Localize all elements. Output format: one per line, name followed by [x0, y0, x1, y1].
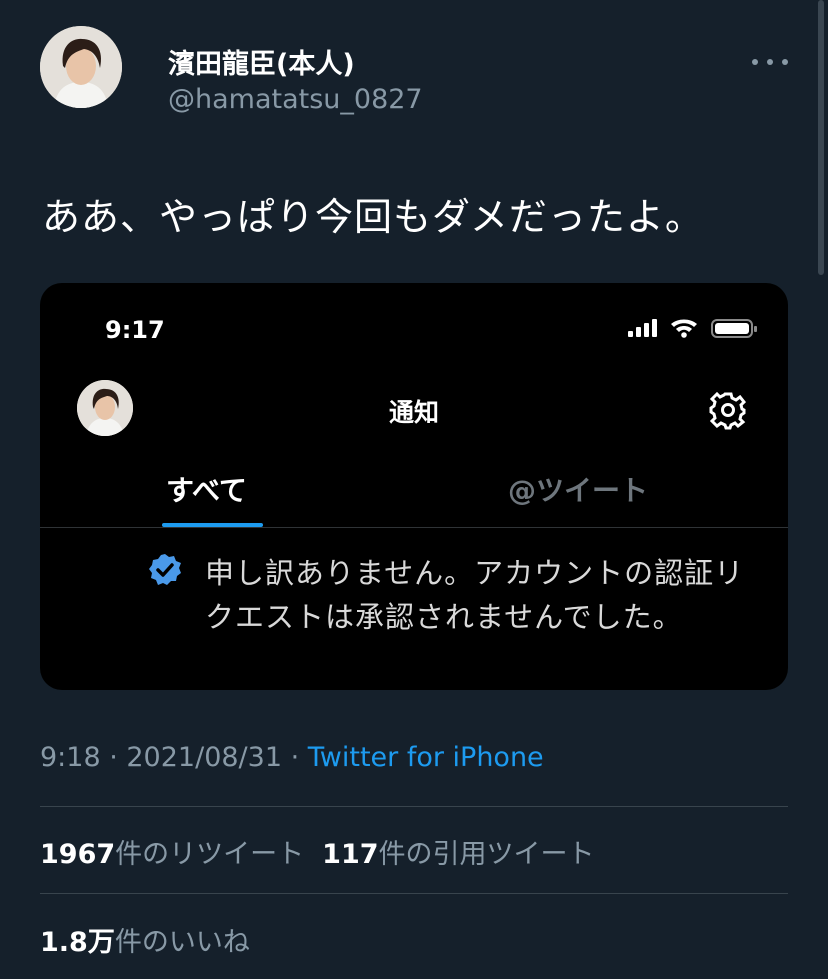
- tweet-meta: 9:18 · 2021/08/31 · Twitter for iPhone: [40, 742, 544, 773]
- engagement-stats: 1967件のリツイート 117件の引用ツイート: [40, 832, 595, 871]
- profile-photo-icon: [40, 26, 122, 108]
- quote-count: 117: [322, 839, 379, 870]
- verified-badge-icon: [148, 553, 182, 587]
- author-display-name[interactable]: 濱田龍臣(本人): [168, 42, 355, 81]
- retweet-count: 1967: [40, 839, 116, 870]
- more-options-icon[interactable]: [752, 52, 788, 72]
- tab-mentions[interactable]: @ツイート: [508, 469, 648, 509]
- status-bar-icons: [628, 317, 758, 339]
- like-count: 1.8万: [40, 927, 115, 958]
- scrollbar[interactable]: [818, 0, 824, 275]
- tab-all[interactable]: すべて: [166, 469, 247, 509]
- tweet-text: ああ、やっぱり今回もダメだったよ。: [42, 195, 704, 239]
- author-avatar[interactable]: [40, 26, 122, 108]
- tweet-source-link[interactable]: Twitter for iPhone: [308, 742, 544, 773]
- like-stat[interactable]: 1.8万件のいいね: [40, 920, 250, 959]
- status-bar-time: 9:17: [105, 316, 165, 344]
- quote-stat[interactable]: 117件の引用ツイート: [322, 839, 594, 870]
- like-label: 件のいいね: [114, 927, 250, 958]
- notifications-title: 通知: [388, 398, 439, 427]
- gear-icon[interactable]: [708, 390, 748, 430]
- signal-icon: [628, 319, 657, 337]
- quote-label: 件の引用ツイート: [378, 839, 595, 870]
- tab-divider: [40, 527, 788, 528]
- battery-icon: [711, 319, 757, 338]
- wifi-icon: [671, 319, 697, 338]
- retweet-stat[interactable]: 1967件のリツイート: [40, 839, 304, 870]
- divider: [40, 806, 788, 807]
- author-handle[interactable]: @hamatatsu_0827: [168, 84, 423, 115]
- notification-message: 申し訳ありません。アカウントの認証リクエストは承認されませんでした。: [205, 556, 745, 634]
- retweet-label: 件のリツイート: [115, 839, 305, 870]
- tweet-timestamp[interactable]: 9:18 · 2021/08/31 ·: [40, 742, 308, 773]
- attached-screenshot[interactable]: 9:17 通知 すべて @ツイート 申し訳ありません。アカウントの認証リクエスト…: [40, 283, 788, 690]
- divider: [40, 893, 788, 894]
